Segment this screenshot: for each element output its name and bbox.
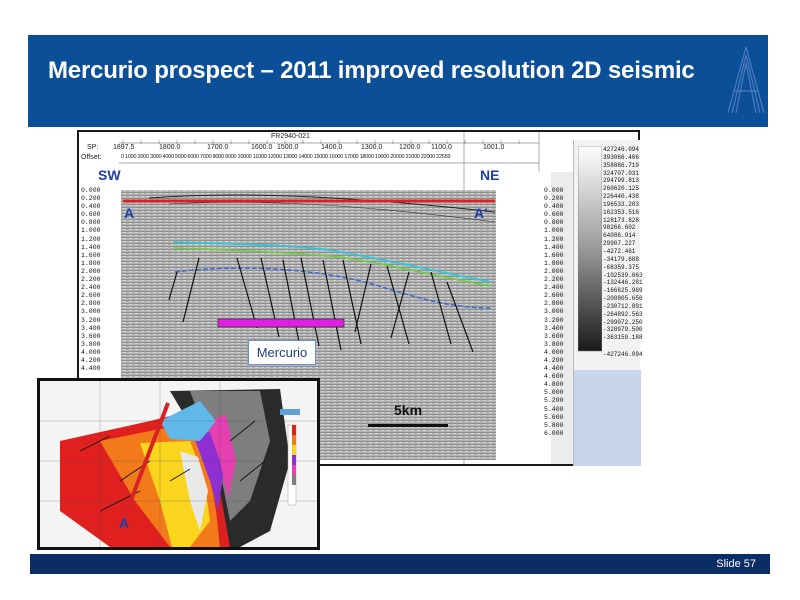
depth-axis-right: 0.000 0.200 0.400 0.600 0.800 1.000 1.200 1.4… [544,187,564,437]
map-inset: A [37,378,320,550]
section-start-label: A [124,205,135,221]
footer-bar: Slide 57 [30,554,770,574]
title-bar: Mercurio prospect – 2011 improved resolu… [28,35,768,127]
depth-axis-left: 0.000 0.200 0.400 0.600 0.800 1.000 1.200 1.4… [81,187,101,373]
direction-sw: SW [98,167,121,183]
ruler-ticks [122,140,520,144]
slide-number: Slide 57 [716,558,756,570]
company-logo-icon [727,46,765,114]
amplitude-colorbar [578,146,602,352]
slide-title: Mercurio prospect – 2011 improved resolu… [48,57,695,84]
direction-ne: NE [480,167,500,183]
map-graphics [40,381,317,547]
section-end-label: A' [474,205,488,221]
mercurio-callout: Mercurio [248,340,316,365]
amplitude-scale-labels: 427246.094 393066.406 358886.719 324707.03… [603,146,643,359]
scale-bar [368,424,448,427]
prospect-bar [217,318,345,328]
scale-bar-label: 5km [394,402,423,418]
map-marker-a: A [119,515,130,531]
